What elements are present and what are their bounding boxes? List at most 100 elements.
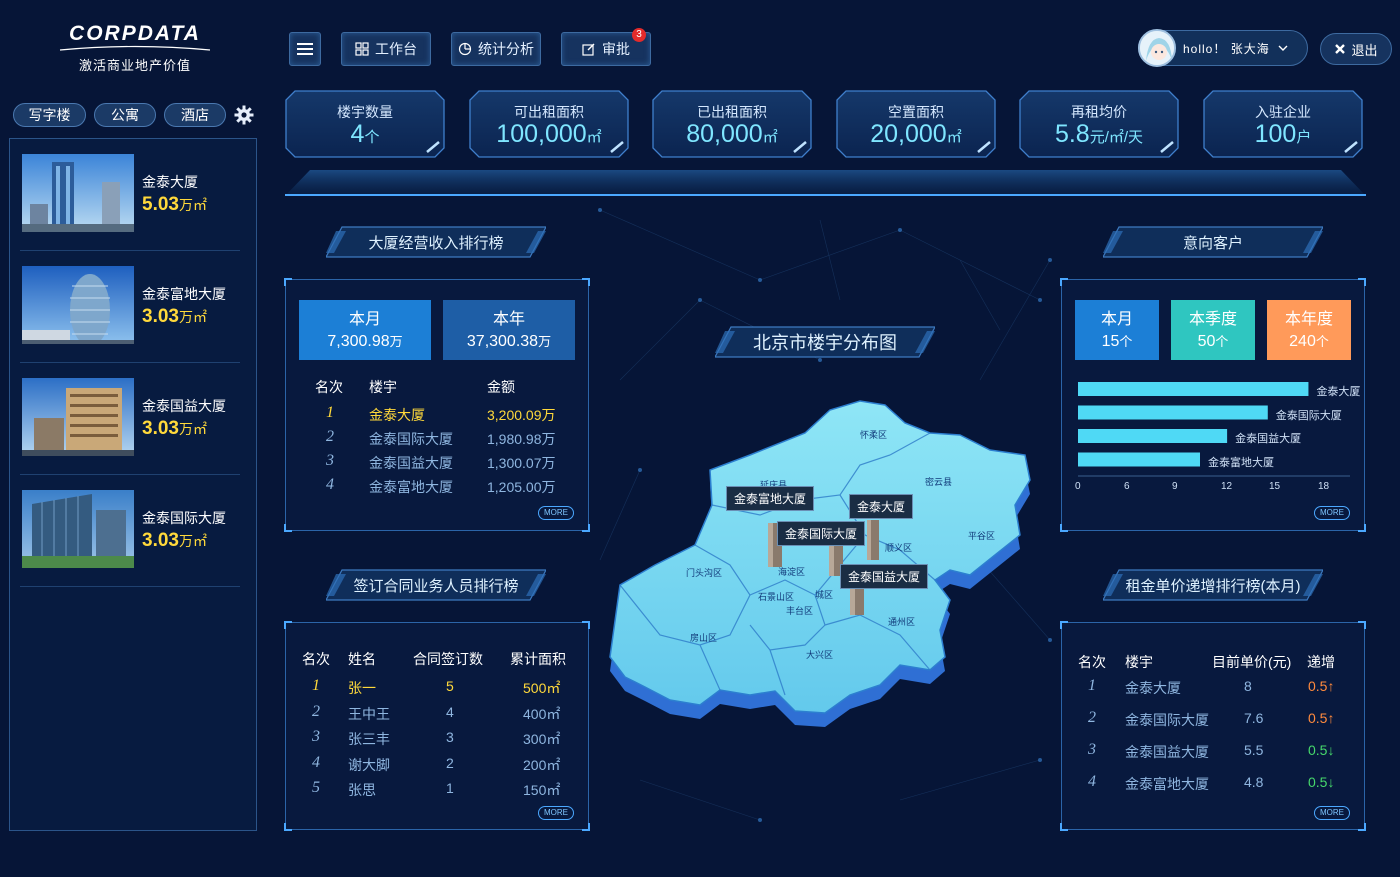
rank-number: 2 — [326, 428, 334, 445]
table-cell: 金泰大厦 — [1125, 680, 1181, 696]
change-value: 0.5↑ — [1308, 678, 1335, 694]
building-card-jintai[interactable]: 金泰大厦 5.03万㎡ — [22, 154, 242, 234]
change-value: 0.5↑ — [1308, 710, 1335, 726]
customers-panel: 本月 15个 本季度 50个 本年度 240个 MORE — [1060, 278, 1366, 532]
bar-label: 金泰国益大厦 — [1235, 433, 1302, 445]
stat-card[interactable]: 再租均价 5.8元/㎡/天 — [1019, 90, 1179, 158]
category-label: 写字楼 — [28, 107, 71, 123]
x-tick-label: 6 — [1124, 481, 1130, 492]
revenue-tab-year[interactable]: 本年 37,300.38万 — [443, 300, 575, 360]
building-list-panel: 金泰大厦 5.03万㎡ 金泰富地大厦 3.03万㎡ 金泰国益大厦 3.03万㎡ … — [9, 138, 257, 831]
table-cell: 150㎡ — [523, 782, 561, 798]
brand-logo[interactable]: CORPDATA 激活商业地产价值 — [50, 22, 220, 74]
pie-chart-icon — [458, 42, 472, 56]
divider — [20, 250, 240, 251]
contracts-more-button[interactable]: MORE — [538, 806, 574, 820]
column-header: 合同签订数 — [413, 651, 483, 667]
divider — [20, 362, 240, 363]
district-label: 海淀区 — [778, 566, 805, 577]
category-label: 酒店 — [181, 107, 209, 123]
x-tick-label: 15 — [1269, 481, 1281, 492]
building-card-jintai-guoyi[interactable]: 金泰国益大厦 3.03万㎡ — [22, 378, 242, 458]
stat-card[interactable]: 楼宇数量 4个 — [285, 90, 445, 158]
x-tick-label: 0 — [1075, 481, 1081, 492]
district-label: 石景山区 — [758, 592, 794, 602]
revenue-more-button[interactable]: MORE — [538, 506, 574, 520]
divider — [20, 474, 240, 475]
stat-card[interactable]: 入驻企业 100户 — [1203, 90, 1363, 158]
rent-section-title: 租金单价递增排行榜(本月) — [1103, 568, 1323, 602]
logout-button[interactable]: 退出 — [1320, 33, 1392, 65]
table-cell: 金泰国益大厦 — [369, 455, 453, 471]
stat-label: 已出租面积 — [697, 104, 767, 120]
beijing-map[interactable]: 怀柔区 延庆县 密云县 平谷区 顺义区 门头沟区 海淀区 石景山区 城区 丰台区… — [600, 395, 1040, 740]
customers-tab-month[interactable]: 本月 15个 — [1075, 300, 1159, 360]
column-header: 金额 — [487, 379, 515, 395]
close-icon — [1335, 44, 1346, 54]
nav-approval-button[interactable]: 审批 3 — [561, 28, 651, 66]
category-tab-office[interactable]: 写字楼 — [13, 103, 86, 127]
menu-toggle-button[interactable] — [289, 32, 321, 66]
user-menu[interactable]: hollo！ 张大海 — [1138, 29, 1308, 67]
x-tick-label: 12 — [1221, 481, 1233, 492]
stat-value: 80,000㎡ — [686, 120, 778, 148]
revenue-section-title: 大厦经营收入排行榜 — [326, 225, 546, 259]
district-label: 房山区 — [690, 632, 717, 643]
divider — [20, 586, 240, 587]
column-header: 累计面积 — [510, 651, 566, 667]
customers-tab-quarter[interactable]: 本季度 50个 — [1171, 300, 1255, 360]
rank-number: 5 — [312, 779, 320, 796]
category-tab-hotel[interactable]: 酒店 — [164, 103, 226, 127]
approval-badge: 3 — [632, 28, 646, 42]
table-cell: 1,300.07万 — [487, 455, 556, 471]
district-label: 丰台区 — [786, 605, 813, 616]
stat-card[interactable]: 可出租面积 100,000㎡ — [469, 90, 629, 158]
brand-slogan: 激活商业地产价值 — [78, 58, 191, 73]
stats-base-bar — [285, 170, 1366, 196]
nav-approval-label: 审批 — [602, 41, 630, 57]
building-card-jintai-fudi[interactable]: 金泰富地大厦 3.03万㎡ — [22, 266, 242, 346]
column-header: 名次 — [315, 379, 343, 395]
stat-card[interactable]: 已出租面积 80,000㎡ — [652, 90, 812, 158]
x-tick-label: 9 — [1172, 481, 1178, 492]
rank-number: 4 — [1088, 773, 1096, 790]
table-cell: 金泰国益大厦 — [1125, 744, 1209, 760]
map-marker-jintai[interactable]: 金泰大厦 — [849, 494, 914, 519]
stat-value: 4个 — [350, 120, 380, 148]
building-photo — [22, 154, 134, 232]
building-photo — [22, 266, 134, 344]
customers-more-button[interactable]: MORE — [1314, 506, 1350, 520]
category-tab-apartment[interactable]: 公寓 — [94, 103, 156, 127]
gear-icon[interactable] — [234, 105, 254, 125]
building-card-jintai-guoji[interactable]: 金泰国际大厦 3.03万㎡ — [22, 490, 242, 570]
category-label: 公寓 — [111, 107, 139, 123]
table-cell: 张三丰 — [348, 731, 390, 747]
table-cell: 金泰富地大厦 — [1125, 776, 1209, 792]
stat-card[interactable]: 空置面积 20,000㎡ — [836, 90, 996, 158]
map-marker-jintai-fudi[interactable]: 金泰富地大厦 — [726, 486, 815, 511]
x-tick-label: 18 — [1318, 481, 1330, 492]
table-cell: 1,980.98万 — [487, 431, 556, 447]
column-header: 递增 — [1307, 654, 1335, 670]
table-cell: 400㎡ — [523, 705, 561, 722]
table-cell: 1,205.00万 — [487, 479, 556, 495]
map-marker-jintai-guoji[interactable]: 金泰国际大厦 — [777, 521, 866, 546]
brand-name: CORPDATA — [69, 22, 201, 45]
nav-workbench-button[interactable]: 工作台 — [341, 32, 431, 66]
stat-value: 100户 — [1254, 120, 1312, 148]
map-marker-jintai-guoyi[interactable]: 金泰国益大厦 — [840, 564, 929, 589]
stat-value: 5.8元/㎡/天 — [1054, 120, 1144, 148]
map-title: 北京市楼宇分布图 — [715, 325, 935, 359]
table-cell: 谢大脚 — [348, 756, 390, 773]
column-header: 楼宇 — [1125, 654, 1153, 670]
rank-number: 4 — [326, 476, 334, 493]
nav-stats-label: 统计分析 — [478, 41, 534, 57]
customers-tab-year[interactable]: 本年度 240个 — [1267, 300, 1351, 360]
table-cell: 300㎡ — [523, 731, 561, 747]
nav-stats-button[interactable]: 统计分析 — [451, 32, 541, 66]
nav-workbench-label: 工作台 — [375, 41, 417, 57]
avatar — [1138, 29, 1176, 67]
rank-number: 3 — [1088, 741, 1096, 758]
rent-more-button[interactable]: MORE — [1314, 806, 1350, 820]
revenue-tab-month[interactable]: 本月 7,300.98万 — [299, 300, 431, 360]
